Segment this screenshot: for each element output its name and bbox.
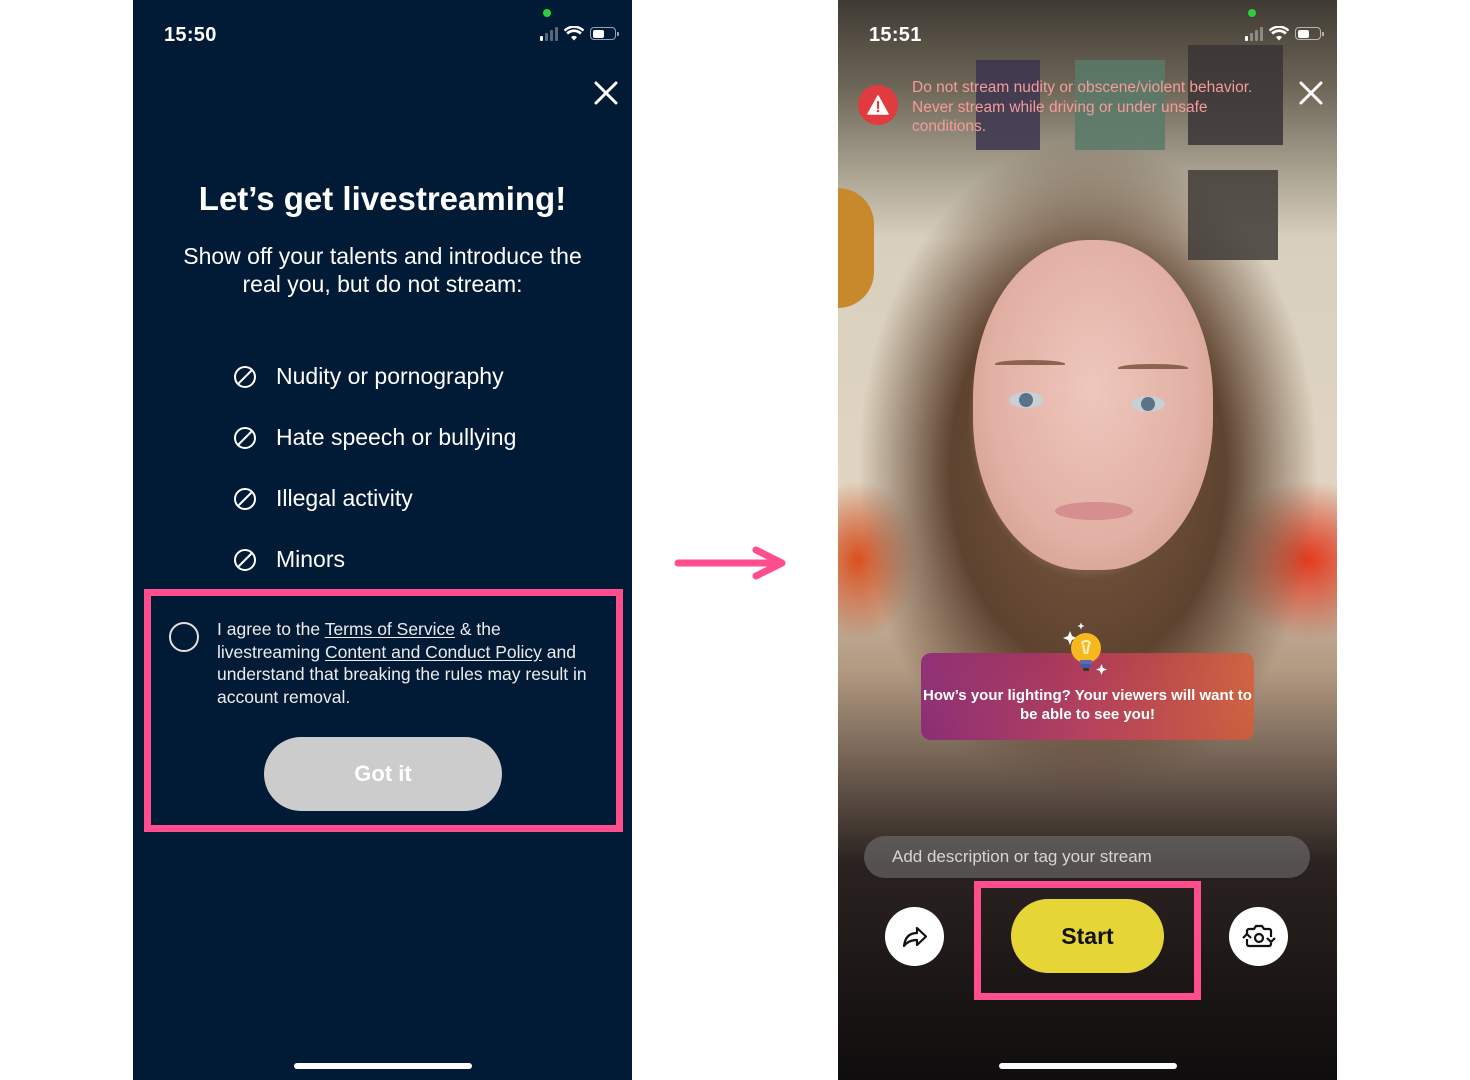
rule-item: Hate speech or bullying: [233, 407, 516, 468]
rule-item: Minors: [233, 529, 516, 590]
prohibited-content-list: Nudity or pornography Hate speech or bul…: [233, 346, 516, 590]
agree-checkbox[interactable]: [169, 622, 199, 652]
page-title: Let’s get livestreaming!: [198, 180, 567, 217]
prohibited-icon: [234, 365, 256, 388]
flip-camera-icon: [1241, 924, 1276, 947]
share-icon: [902, 926, 927, 947]
home-indicator: [294, 1063, 472, 1069]
safety-warning: Do not stream nudity or obscene/violent …: [858, 78, 1258, 137]
prohibited-icon: [234, 548, 256, 571]
wall-poster: [1188, 170, 1278, 260]
livestream-rules-screen: 15:50 Let’s get livestreaming! Show off …: [133, 0, 632, 1080]
rule-label: Illegal activity: [276, 485, 413, 511]
agreement-prefix: I agree to the: [217, 619, 325, 639]
rule-label: Hate speech or bullying: [276, 424, 517, 450]
content-policy-link[interactable]: Content and Conduct Policy: [325, 642, 542, 662]
streamer-face: [973, 240, 1213, 570]
lightbulb-icon: [1063, 622, 1107, 675]
cellular-signal-icon: [1245, 26, 1263, 41]
page-subtitle: Show off your talents and introduce the …: [183, 243, 582, 297]
status-icons: [540, 26, 619, 41]
camera-indicator-dot: [543, 9, 551, 17]
close-icon[interactable]: [592, 79, 620, 107]
wifi-icon: [1269, 26, 1289, 41]
right-arrow-icon: [674, 546, 786, 580]
rule-label: Minors: [276, 546, 346, 572]
close-icon[interactable]: [1297, 79, 1325, 107]
agreement-text: I agree to the Terms of Service & the li…: [217, 618, 589, 708]
battery-icon: [590, 27, 619, 40]
guitar-background: [838, 188, 874, 308]
agreement-row: I agree to the Terms of Service & the li…: [169, 618, 589, 708]
status-icons: [1245, 26, 1324, 41]
home-indicator: [999, 1063, 1177, 1069]
prohibited-icon: [234, 487, 256, 510]
rule-label: Nudity or pornography: [276, 363, 504, 389]
prohibited-icon: [234, 426, 256, 449]
battery-icon: [1295, 27, 1324, 40]
lighting-tip-text: How’s your lighting? Your viewers will w…: [923, 687, 1252, 723]
flip-camera-button[interactable]: [1229, 907, 1288, 966]
start-stream-button[interactable]: Start: [1011, 899, 1164, 973]
stream-description-input[interactable]: [864, 836, 1310, 878]
rule-item: Nudity or pornography: [233, 346, 516, 407]
share-button[interactable]: [885, 907, 944, 966]
status-time: 15:50: [164, 24, 217, 46]
warning-icon: [858, 85, 898, 125]
warning-text: Do not stream nudity or obscene/violent …: [912, 79, 1253, 135]
terms-of-service-link[interactable]: Terms of Service: [325, 619, 455, 639]
wifi-icon: [564, 26, 584, 41]
status-time: 15:51: [869, 24, 922, 46]
livestream-camera-screen: 15:51 Do not stream nudity or obscene/vi…: [838, 0, 1337, 1080]
cellular-signal-icon: [540, 26, 558, 41]
rule-item: Illegal activity: [233, 468, 516, 529]
got-it-button[interactable]: Got it: [264, 737, 502, 811]
camera-indicator-dot: [1248, 9, 1256, 17]
